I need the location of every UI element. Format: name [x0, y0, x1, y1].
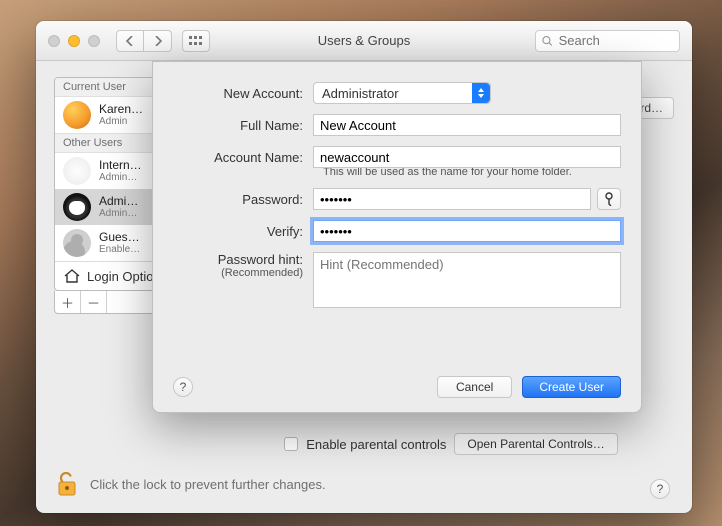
- label-new-account: New Account:: [173, 86, 313, 101]
- cancel-button[interactable]: Cancel: [437, 376, 512, 398]
- parental-controls-row: Enable parental controls Open Parental C…: [228, 433, 674, 455]
- label-verify: Verify:: [173, 224, 313, 239]
- label-account-name: Account Name:: [173, 150, 313, 165]
- remove-user-button[interactable]: －: [81, 291, 107, 313]
- user-role: Admin…: [99, 208, 138, 219]
- password-input[interactable]: [313, 188, 591, 210]
- lock-icon[interactable]: [56, 471, 78, 497]
- help-button[interactable]: ?: [650, 479, 670, 499]
- user-role: Admin: [99, 116, 143, 127]
- chevron-up-down-icon: [472, 83, 490, 103]
- account-type-select[interactable]: Administrator: [313, 82, 491, 104]
- prefs-window: Users & Groups Current User Karen… Admin…: [36, 21, 692, 513]
- user-name: Gues…: [99, 231, 140, 244]
- show-all-button[interactable]: [182, 30, 210, 52]
- password-assistant-button[interactable]: [597, 188, 621, 210]
- avatar: [63, 157, 91, 185]
- user-name: Intern…: [99, 159, 142, 172]
- search-input[interactable]: [557, 32, 673, 49]
- user-role: Admin…: [99, 172, 142, 183]
- search-field[interactable]: [535, 30, 680, 52]
- user-name: Admi…: [99, 195, 138, 208]
- key-icon: [603, 192, 615, 206]
- verify-password-input[interactable]: [313, 220, 621, 242]
- user-name: Karen…: [99, 103, 143, 116]
- label-password: Password:: [173, 192, 313, 207]
- search-icon: [542, 35, 553, 47]
- lock-text: Click the lock to prevent further change…: [90, 477, 326, 492]
- account-type-value: Administrator: [322, 86, 399, 101]
- avatar: [63, 101, 91, 129]
- label-full-name: Full Name:: [173, 118, 313, 133]
- house-icon: [63, 268, 81, 284]
- open-parental-controls-button[interactable]: Open Parental Controls…: [454, 433, 617, 455]
- zoom-window-icon[interactable]: [88, 35, 100, 47]
- parental-controls-label: Enable parental controls: [306, 437, 446, 452]
- window-controls: [48, 35, 100, 47]
- close-window-icon[interactable]: [48, 35, 60, 47]
- back-button[interactable]: [116, 30, 144, 52]
- avatar: [63, 193, 91, 221]
- titlebar: Users & Groups: [36, 21, 692, 61]
- account-name-input[interactable]: [313, 146, 621, 168]
- password-hint-input[interactable]: [313, 252, 621, 308]
- nav-back-forward: [116, 30, 172, 52]
- parental-controls-checkbox[interactable]: [284, 437, 298, 451]
- full-name-input[interactable]: [313, 114, 621, 136]
- minimize-window-icon[interactable]: [68, 35, 80, 47]
- new-account-sheet: New Account: Administrator Full Name: Ac…: [152, 61, 642, 413]
- lock-bar: Click the lock to prevent further change…: [36, 463, 692, 513]
- label-password-hint: Password hint: (Recommended): [173, 252, 313, 279]
- forward-button[interactable]: [144, 30, 172, 52]
- create-user-button[interactable]: Create User: [522, 376, 621, 398]
- avatar: [63, 229, 91, 257]
- user-role: Enable…: [99, 244, 140, 255]
- add-user-button[interactable]: ＋: [55, 291, 81, 313]
- sheet-help-button[interactable]: ?: [173, 377, 193, 397]
